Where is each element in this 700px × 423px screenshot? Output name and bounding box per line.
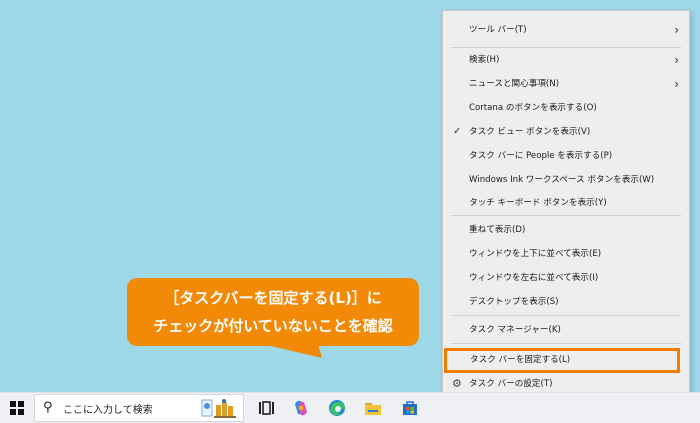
menu-item-label: Windows Ink ワークスペース ボタンを表示(W) xyxy=(469,175,655,185)
menu-item-label: 重ねて表示(D) xyxy=(469,225,526,235)
taskbar-context-menu: ツール バー(T) › 検索(H) › ニュースと関心事項(N) › Corta… xyxy=(442,10,690,394)
menu-separator xyxy=(451,47,681,48)
copilot-icon[interactable] xyxy=(291,398,311,418)
search-placeholder: ここに入力して検索 xyxy=(63,405,153,416)
menu-item-label: ツール バー(T) xyxy=(469,25,527,35)
menu-separator xyxy=(451,343,681,344)
chevron-right-icon: › xyxy=(674,77,679,91)
menu-item-toolbars[interactable]: ツール バー(T) › xyxy=(443,19,689,41)
menu-item-label: デスクトップを表示(S) xyxy=(469,297,559,307)
search-icon: ⚲ xyxy=(43,400,53,415)
search-box[interactable]: ⚲ ここに入力して検索 xyxy=(34,394,244,422)
menu-item-touch-keyboard[interactable]: タッチ キーボード ボタンを表示(Y) xyxy=(443,192,689,214)
menu-item-label: 検索(H) xyxy=(469,55,500,65)
menu-separator xyxy=(451,215,681,216)
taskbar[interactable]: ⚲ ここに入力して検索 xyxy=(0,392,700,423)
menu-item-label: タスク ビュー ボタンを表示(V) xyxy=(469,127,591,137)
checkmark-icon: ✓ xyxy=(453,126,462,137)
instruction-callout: ［タスクバーを固定する(L)］に チェックが付いていないことを確認 xyxy=(127,278,419,346)
menu-item-label: ウィンドウを左右に並べて表示(I) xyxy=(469,273,599,283)
chevron-right-icon: › xyxy=(674,53,679,67)
menu-item-cascade[interactable]: 重ねて表示(D) xyxy=(443,219,689,241)
file-explorer-icon[interactable] xyxy=(363,398,383,418)
menu-separator xyxy=(451,315,681,316)
chevron-right-icon: › xyxy=(674,23,679,37)
menu-item-stack[interactable]: ウィンドウを上下に並べて表示(E) xyxy=(443,243,689,265)
menu-item-task-view[interactable]: ✓ タスク ビュー ボタンを表示(V) xyxy=(443,121,689,143)
menu-item-label: タスク バーを固定する(L) xyxy=(470,355,571,365)
store-icon[interactable] xyxy=(400,398,420,418)
menu-item-task-manager[interactable]: タスク マネージャー(K) xyxy=(443,319,689,341)
callout-line-1: ［タスクバーを固定する(L)］に xyxy=(164,289,382,307)
menu-item-label: タスク バーに People を表示する(P) xyxy=(469,151,613,161)
menu-item-show-desktop[interactable]: デスクトップを表示(S) xyxy=(443,291,689,313)
menu-item-cortana[interactable]: Cortana のボタンを表示する(O) xyxy=(443,97,689,119)
windows-start-icon[interactable] xyxy=(10,401,24,415)
menu-item-label: ニュースと関心事項(N) xyxy=(469,79,560,89)
menu-item-search[interactable]: 検索(H) › xyxy=(443,49,689,71)
menu-item-label: Cortana のボタンを表示する(O) xyxy=(469,103,597,113)
menu-item-label: ウィンドウを上下に並べて表示(E) xyxy=(469,249,602,259)
search-highlight-illustration-icon xyxy=(201,399,236,418)
edge-icon[interactable] xyxy=(327,398,347,418)
menu-item-side-by-side[interactable]: ウィンドウを左右に並べて表示(I) xyxy=(443,267,689,289)
callout-line-2: チェックが付いていないことを確認 xyxy=(153,317,393,335)
menu-item-label: タッチ キーボード ボタンを表示(Y) xyxy=(469,198,607,208)
menu-item-lock-taskbar[interactable]: タスク バーを固定する(L) xyxy=(444,348,680,373)
menu-item-label: タスク マネージャー(K) xyxy=(469,325,561,335)
menu-item-people[interactable]: タスク バーに People を表示する(P) xyxy=(443,145,689,167)
menu-item-windows-ink[interactable]: Windows Ink ワークスペース ボタンを表示(W) xyxy=(443,169,689,191)
task-view-icon[interactable] xyxy=(256,398,276,418)
menu-item-news[interactable]: ニュースと関心事項(N) › xyxy=(443,73,689,95)
